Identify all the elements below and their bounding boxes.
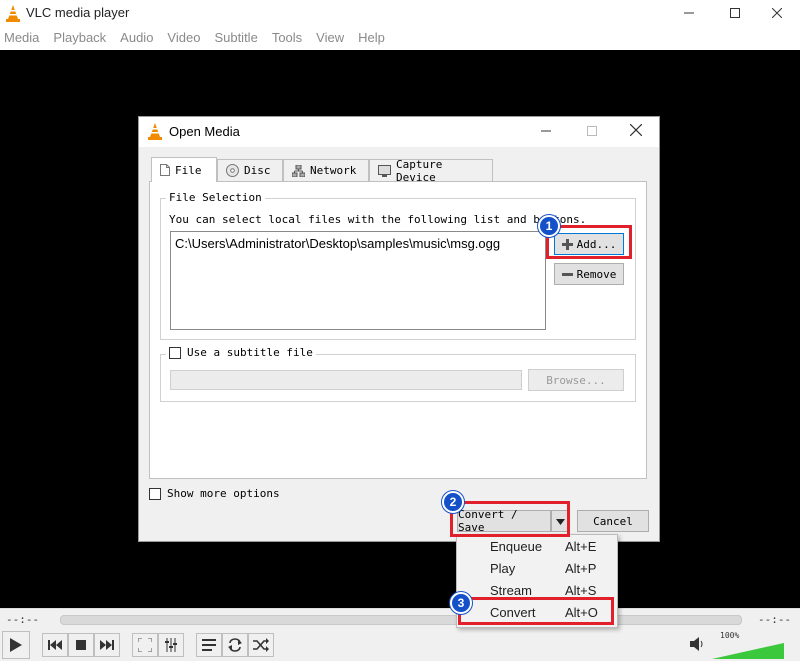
extended-settings-button[interactable] (158, 633, 184, 657)
menu-help[interactable]: Help (358, 28, 385, 50)
disc-icon (226, 164, 239, 177)
vlc-cone-icon (147, 123, 163, 144)
subtitle-checkbox-label: Use a subtitle file (187, 346, 313, 359)
window-titlebar: VLC media player (0, 0, 800, 28)
show-more-options-row: Show more options (149, 487, 280, 500)
subtitle-path-input[interactable] (170, 370, 522, 390)
player-controls: --:-- --:-- 100% (0, 608, 800, 661)
tab-capture-device[interactable]: Capture Device (369, 157, 493, 184)
network-icon (292, 164, 305, 177)
menu-tools[interactable]: Tools (272, 28, 302, 50)
play-button[interactable] (2, 631, 30, 659)
menu-view[interactable]: View (316, 28, 344, 50)
dialog-title: Open Media (169, 124, 240, 139)
menu-item-shortcut: Alt+S (565, 582, 597, 598)
maximize-icon (730, 7, 740, 22)
shuffle-icon (253, 638, 269, 652)
menu-subtitle[interactable]: Subtitle (214, 28, 257, 50)
equalizer-icon (164, 638, 178, 652)
volume-icon[interactable] (690, 637, 704, 655)
dialog-minimize-button[interactable] (523, 117, 569, 147)
vlc-cone-icon (5, 5, 21, 26)
file-selection-hint: You can select local files with the foll… (169, 213, 587, 226)
tab-network-label: Network (310, 164, 357, 177)
stop-icon (76, 640, 86, 650)
menu-media[interactable]: Media (4, 28, 39, 50)
subtitle-checkbox-row: Use a subtitle file (166, 346, 316, 359)
close-button[interactable] (754, 0, 800, 28)
playlist-icon (202, 639, 216, 651)
step3-highlight-box (458, 597, 614, 625)
loop-icon (227, 638, 243, 652)
tab-network[interactable]: Network (283, 159, 369, 181)
file-list[interactable]: C:\Users\Administrator\Desktop\samples\m… (170, 231, 546, 330)
stop-button[interactable] (68, 633, 94, 657)
menu-item-enqueue[interactable]: Enqueue Alt+E (457, 535, 617, 557)
tab-capture-device-label: Capture Device (396, 157, 443, 184)
time-total: --:-- (758, 613, 792, 626)
playlist-button[interactable] (196, 633, 222, 657)
shuffle-button[interactable] (248, 633, 274, 657)
step1-badge: 1 (538, 215, 560, 237)
show-more-options-checkbox[interactable] (149, 487, 161, 500)
menu-audio[interactable]: Audio (120, 28, 153, 50)
minus-icon (561, 269, 573, 280)
minimize-icon (541, 125, 551, 140)
file-icon (160, 164, 170, 176)
fullscreen-icon (138, 638, 152, 652)
maximize-button[interactable] (712, 0, 758, 28)
previous-button[interactable] (42, 633, 68, 657)
show-more-options-label: Show more options (167, 487, 280, 500)
next-button[interactable] (94, 633, 120, 657)
tab-file[interactable]: File (151, 157, 217, 182)
minimize-button[interactable] (666, 0, 712, 28)
tab-disc[interactable]: Disc (217, 159, 283, 181)
close-icon (771, 7, 783, 22)
open-media-dialog: Open Media File Disc Network Capture Dev… (138, 116, 660, 542)
step2-highlight-box (450, 501, 570, 537)
fullscreen-button[interactable] (132, 633, 158, 657)
seek-bar[interactable] (60, 615, 742, 625)
remove-button[interactable]: Remove (554, 263, 624, 285)
menu-item-shortcut: Alt+P (565, 560, 597, 576)
file-selection-label: File Selection (166, 191, 265, 204)
menu-item-label: Stream (490, 582, 532, 598)
window-title: VLC media player (26, 5, 130, 20)
loop-button[interactable] (222, 633, 248, 657)
previous-icon (48, 640, 62, 650)
next-icon (100, 640, 114, 650)
capture-device-icon (378, 164, 391, 177)
browse-button[interactable]: Browse... (528, 369, 624, 391)
step2-badge: 2 (442, 491, 464, 513)
file-list-item[interactable]: C:\Users\Administrator\Desktop\samples\m… (175, 236, 500, 251)
menu-video[interactable]: Video (167, 28, 200, 50)
dialog-close-button[interactable] (613, 117, 659, 147)
tab-disc-label: Disc (244, 164, 271, 177)
menu-item-label: Play (490, 560, 516, 576)
volume-percent: 100% (720, 631, 740, 640)
menu-item-shortcut: Alt+E (565, 538, 597, 554)
close-icon (629, 123, 643, 140)
time-elapsed: --:-- (6, 613, 40, 626)
menu-bar: Media Playback Audio Video Subtitle Tool… (0, 28, 800, 50)
maximize-icon (587, 125, 597, 140)
minimize-icon (684, 7, 694, 22)
play-icon (9, 637, 23, 653)
step3-badge: 3 (450, 592, 472, 614)
subtitle-checkbox[interactable] (169, 346, 181, 359)
dialog-titlebar: Open Media (139, 117, 659, 147)
volume-level-bar (712, 643, 784, 659)
menu-item-label: Enqueue (490, 538, 543, 554)
remove-button-label: Remove (576, 267, 617, 281)
volume-slider[interactable] (712, 643, 784, 659)
cancel-button[interactable]: Cancel (577, 510, 649, 532)
menu-item-play[interactable]: Play Alt+P (457, 557, 617, 579)
menu-playback[interactable]: Playback (53, 28, 106, 50)
tab-file-label: File (175, 163, 202, 177)
dialog-maximize-button[interactable] (569, 117, 615, 147)
